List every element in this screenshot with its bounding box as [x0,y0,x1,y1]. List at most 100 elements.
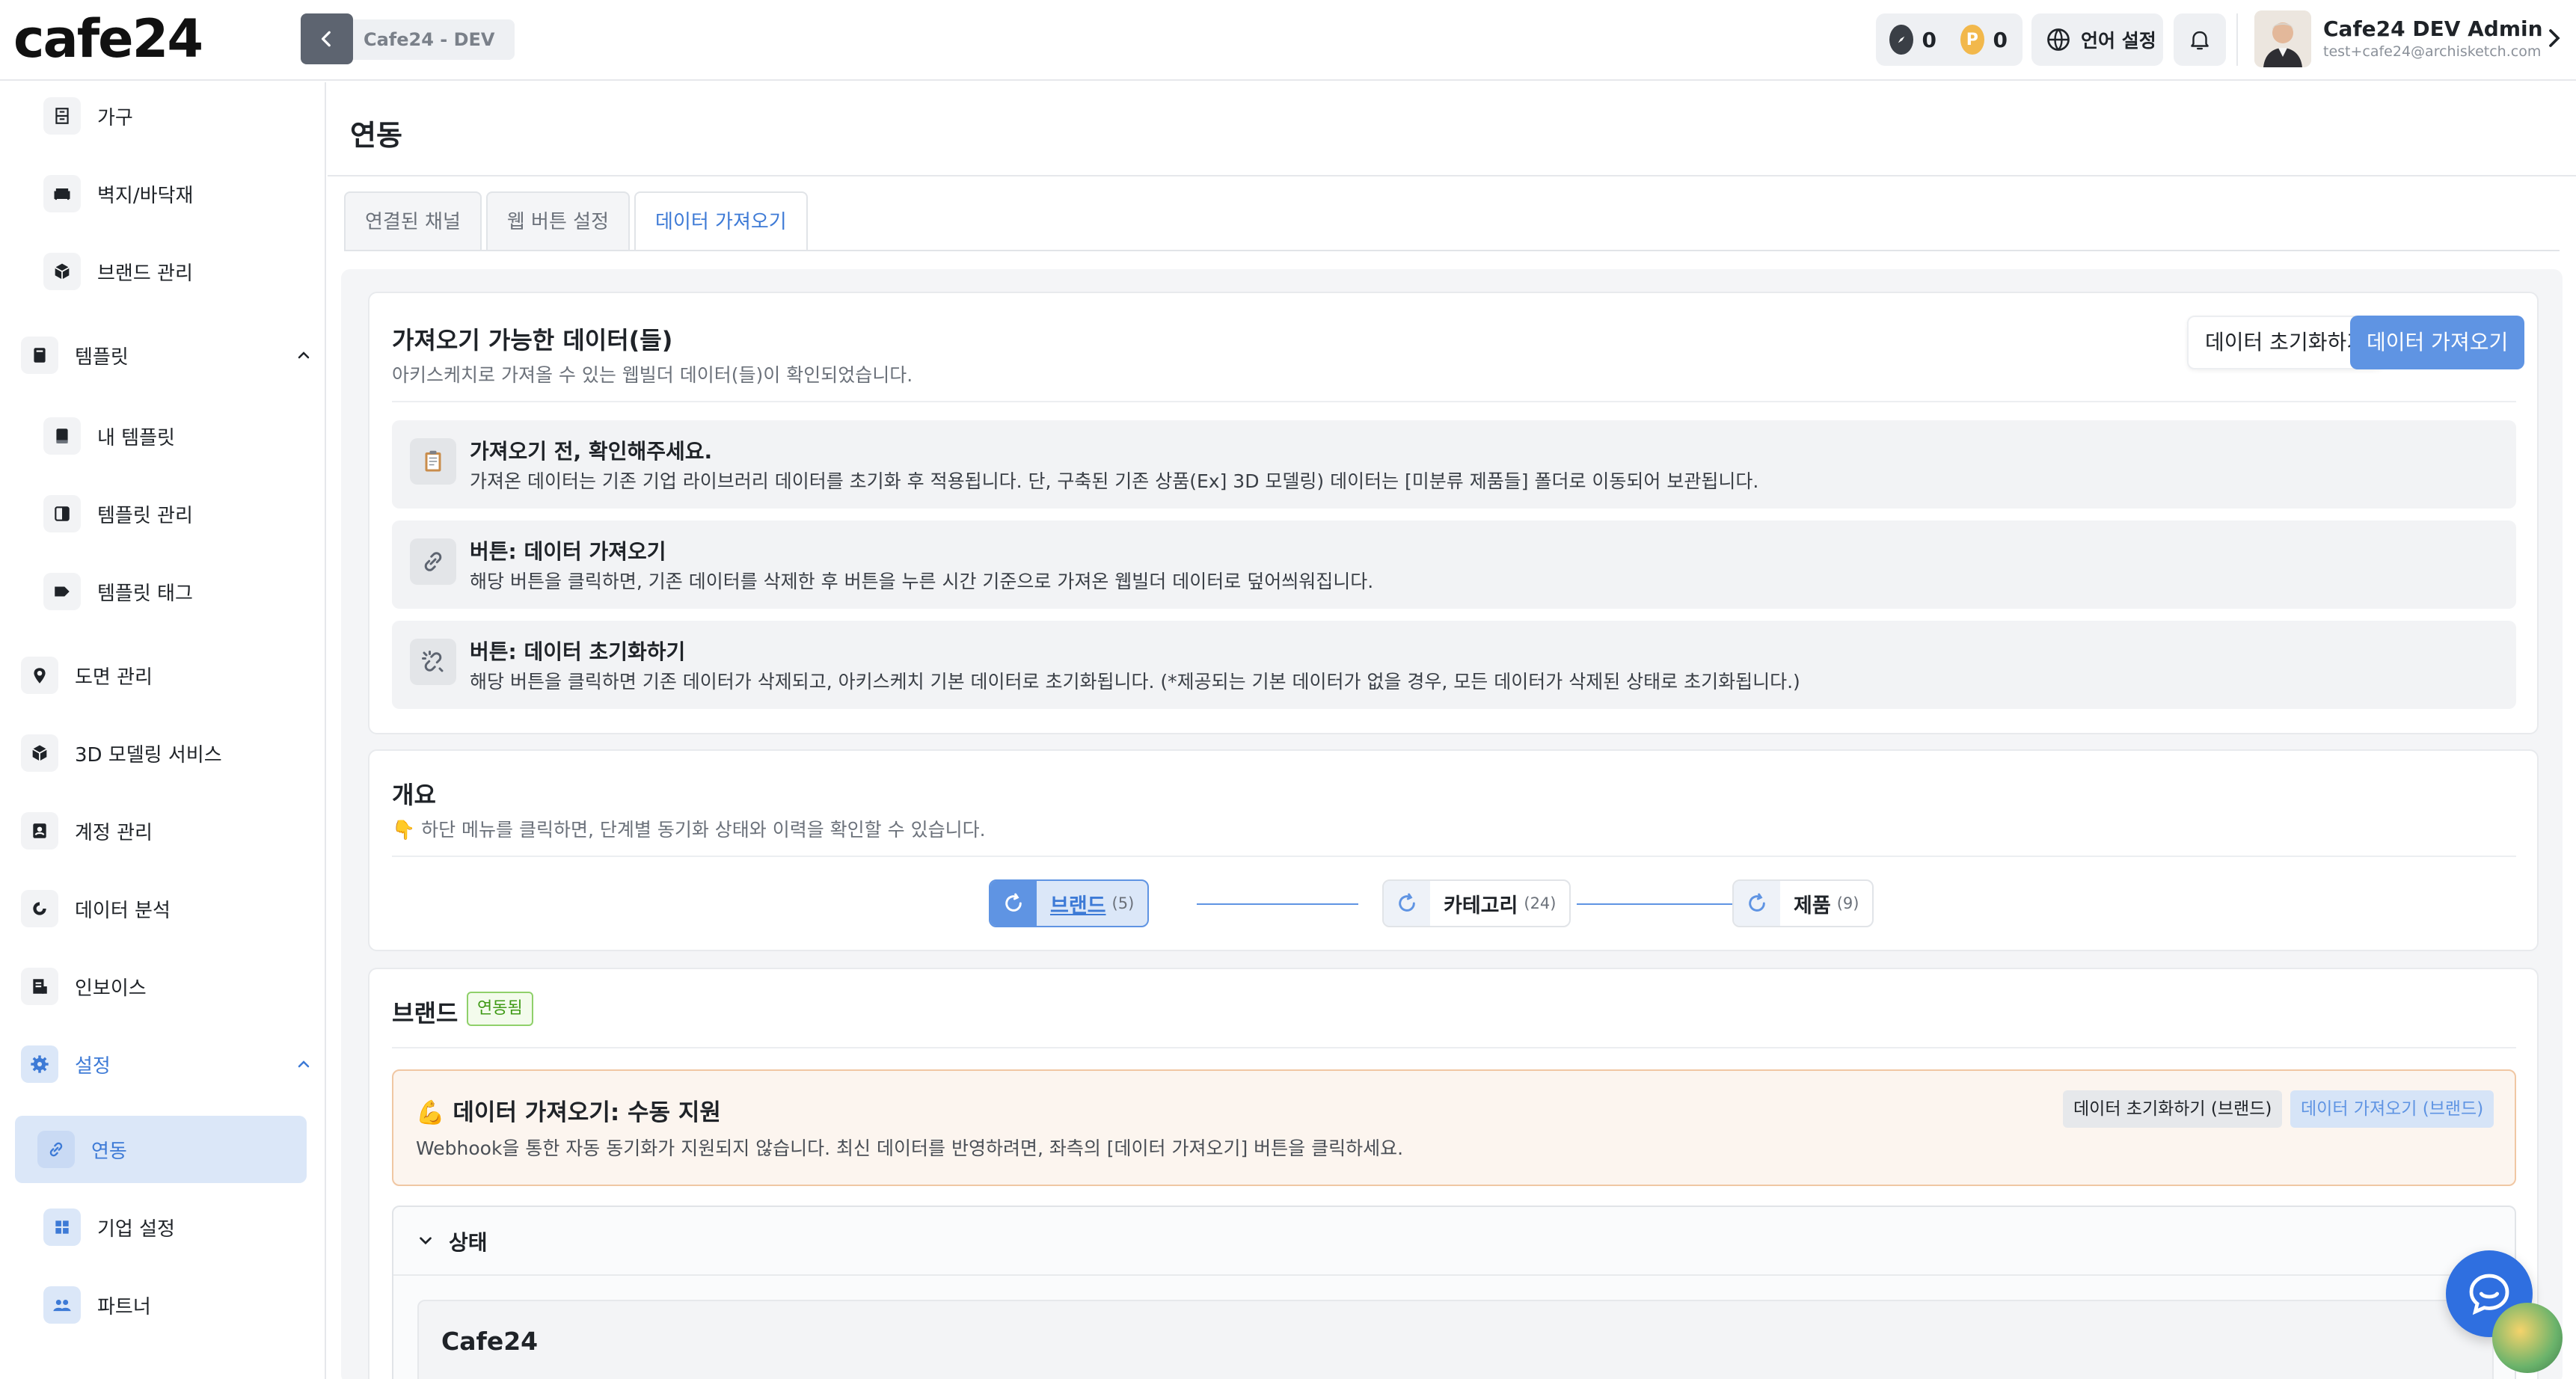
main-content: 연동 연결된 채널 웹 버튼 설정 데이터 가져오기 가져오기 가능한 데이터(… [328,82,2576,1379]
sidebar-item-furniture[interactable]: 가구 [43,82,133,150]
sidebar-item-brand-management[interactable]: 브랜드 관리 [43,238,193,305]
grid-icon [43,1208,81,1246]
sidebar-item-label: 템플릿 [75,345,129,369]
chevron-right-icon [2549,29,2560,47]
status-label: 상태 [449,1230,488,1255]
import-data-button[interactable]: 데이터 가져오기 [2350,316,2525,369]
user-menu-chevron[interactable] [2546,27,2563,49]
gear-icon [21,1045,58,1083]
sidebar-item-company-settings[interactable]: 기업 설정 [43,1194,175,1261]
sidebar-item-settings[interactable]: 설정 [21,1031,310,1098]
step-brand[interactable]: 브랜드 (5) [989,879,1150,927]
cube-icon [21,734,58,772]
status-toggle[interactable]: 상태 [393,1207,2515,1276]
tab-web-button-settings[interactable]: 웹 버튼 설정 [485,191,631,251]
assistant-avatar-icon[interactable] [2492,1303,2563,1373]
sidebar-item-label: 가구 [97,106,133,129]
page-title: 연동 [350,119,402,152]
note-reset-button: 버튼: 데이터 초기화하기 해당 버튼을 클릭하면 기존 데이터가 삭제되고, … [392,621,2516,709]
unlink-icon [410,639,456,685]
points-value: 0 [1922,27,1936,52]
notice-title-text: 데이터 가져오기: 수동 지원 [453,1099,721,1126]
brand-section-card: 브랜드 연동됨 💪 데이터 가져오기: 수동 지원 Webhook을 통한 자동… [368,968,2539,1379]
import-brand-button[interactable]: 데이터 가져오기 (브랜드) [2290,1090,2494,1128]
section-title: 브랜드 [392,999,459,1028]
sidebar-item-label: 설정 [75,1054,111,1078]
sidebar-item-label: 브랜드 관리 [97,262,193,285]
step-category[interactable]: 카테고리 (24) [1382,879,1571,927]
reset-brand-button[interactable]: 데이터 초기화하기 (브랜드) [2063,1090,2283,1128]
sidebar-item-label: 도면 관리 [75,666,153,689]
layout-icon [43,495,81,532]
avatar[interactable] [2254,10,2311,67]
chevron-left-icon [321,31,331,47]
note-title: 버튼: 데이터 초기화하기 [470,639,686,664]
note-text: 해당 버튼을 클릭하면 기존 데이터가 삭제되고, 아키스케치 기본 데이터로 … [470,671,1800,692]
card-divider [392,856,2516,857]
points-display[interactable]: 0 P 0 [1876,13,2023,66]
globe-icon [2047,28,2070,51]
cafe24-logo[interactable]: cafe24 [13,12,203,66]
sidebar-item-invoice[interactable]: 인보이스 [21,953,147,1020]
sidebar-item-label: 내 템플릿 [97,426,175,449]
sidebar-item-template-management[interactable]: 템플릿 관리 [43,480,193,547]
invoice-icon [21,968,58,1005]
language-settings-button[interactable]: 언어 설정 [2031,13,2163,66]
sidebar-item-label: 파트너 [97,1295,151,1318]
back-button[interactable] [301,13,353,64]
card-title: 개요 [392,781,436,809]
link-icon [37,1131,75,1168]
language-label: 언어 설정 [2081,30,2156,52]
sidebar-item-template-tag[interactable]: 템플릿 태그 [43,558,193,625]
step-connector [1197,903,1358,905]
overview-hint: 👇 하단 메뉴를 클릭하면, 단계별 동기화 상태와 이력을 확인할 수 있습니… [392,815,986,842]
bell-icon [2191,31,2209,50]
sidebar-item-integration[interactable]: 연동 [15,1116,307,1183]
note-before-import: 가져오기 전, 확인해주세요. 가져온 데이터는 기존 기업 라이브러리 데이터… [392,420,2516,509]
account-icon [21,812,58,850]
tab-data-import[interactable]: 데이터 가져오기 [634,191,808,251]
sofa-icon [43,175,81,212]
sync-icon [990,881,1037,926]
clipboard-icon [410,438,456,485]
sidebar-item-partner[interactable]: 파트너 [43,1271,151,1339]
tab-connected-channels[interactable]: 연결된 채널 [344,191,482,251]
step-count: (5) [1111,894,1135,912]
sidebar-item-label: 기업 설정 [97,1217,175,1241]
p-coin-icon: P [1960,25,1984,55]
chevron-up-icon [298,351,310,359]
sidebar-item-account[interactable]: 계정 관리 [21,797,153,864]
link-icon [410,538,456,585]
card-title: 가져오기 가능한 데이터(들) [392,326,673,354]
step-product[interactable]: 제품 (9) [1732,879,1874,927]
tabs-divider [344,250,2560,251]
cube-icon [43,253,81,290]
step-label: 브랜드 [1050,894,1106,918]
note-text: 해당 버튼을 클릭하면, 기존 데이터를 삭제한 후 버튼을 누른 시간 기준으… [470,571,1374,592]
sidebar-item-wallpaper[interactable]: 벽지/바닥재 [43,160,193,227]
sidebar-item-floorplan[interactable]: 도면 관리 [21,642,153,709]
store-card: Cafe24 [417,1300,2494,1379]
sidebar: 가구 벽지/바닥재 브랜드 관리 템플릿 내 템플릿 템플릿 관리 템플릿 태그… [0,82,326,1379]
step-connector [1577,903,1732,905]
sidebar-item-my-template[interactable]: 내 템플릿 [43,402,175,470]
step-count: (24) [1524,894,1557,912]
sidebar-item-analytics[interactable]: 데이터 분석 [21,875,171,942]
notice-title: 💪 데이터 가져오기: 수동 지원 [416,1093,721,1127]
note-text: 가져온 데이터는 기존 기업 라이브러리 데이터를 초기화 후 적용됩니다. 단… [470,470,1759,492]
status-badge: 연동됨 [467,992,533,1026]
notice-text: Webhook을 통한 자동 동기화가 지원되지 않습니다. 최신 데이터를 반… [416,1137,1404,1159]
notifications-button[interactable] [2174,13,2226,66]
title-divider [328,175,2576,176]
sidebar-item-template[interactable]: 템플릿 [21,322,310,389]
card-divider [392,1047,2516,1048]
environment-badge: Cafe24 - DEV [353,19,515,60]
chart-ring-icon [21,890,58,927]
book-icon [43,417,81,455]
tab-bar: 연결된 채널 웹 버튼 설정 데이터 가져오기 [344,191,808,251]
user-name[interactable]: Cafe24 DEV Admin [2323,16,2543,41]
sync-icon [1384,881,1430,926]
sidebar-item-3d-modeling[interactable]: 3D 모델링 서비스 [21,719,222,787]
note-import-button: 버튼: 데이터 가져오기 해당 버튼을 클릭하면, 기존 데이터를 삭제한 후 … [392,520,2516,609]
overview-card: 개요 👇 하단 메뉴를 클릭하면, 단계별 동기화 상태와 이력을 확인할 수 … [368,749,2539,951]
